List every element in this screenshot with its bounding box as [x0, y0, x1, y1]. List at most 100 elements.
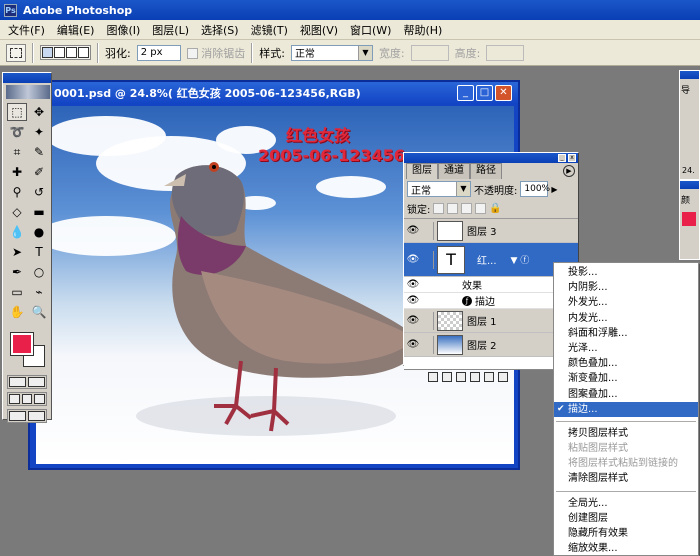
menu-item-clear-style[interactable]: 清除图层样式 [554, 471, 698, 486]
blur-tool-icon[interactable]: 💧 [7, 223, 27, 241]
navigator-tab[interactable]: 导 [680, 79, 699, 100]
history-brush-icon[interactable]: ↺ [29, 183, 49, 201]
document-titlebar[interactable]: 0001.psd @ 24.8%( 红色女孩 2005-06-123456,RG… [30, 82, 518, 104]
close-button[interactable]: ✕ [495, 85, 512, 101]
toolbox-titlebar[interactable] [3, 73, 51, 83]
quick-mask-buttons[interactable] [7, 375, 47, 389]
menu-item-gradient-overlay[interactable]: 渐变叠加... [554, 371, 698, 386]
menu-select[interactable]: 选择(S) [195, 22, 245, 38]
hand-tool-icon[interactable]: ✋ [7, 303, 27, 321]
lasso-tool-icon[interactable]: ➰ [7, 123, 27, 141]
menu-item-hide-all-effects[interactable]: 隐藏所有效果 [554, 526, 698, 541]
add-style-icon[interactable] [428, 371, 438, 382]
add-mask-icon[interactable] [442, 371, 452, 382]
new-set-icon[interactable] [456, 371, 466, 382]
intersect-selection-button[interactable] [78, 47, 89, 58]
width-input[interactable] [410, 44, 449, 61]
menu-item-global-light[interactable]: 全局光... [554, 496, 698, 511]
text-tool-icon[interactable]: T [29, 243, 49, 261]
menu-item-copy-style[interactable]: 拷贝图层样式 [554, 426, 698, 441]
brush-tool-icon[interactable]: ✐ [29, 163, 49, 181]
layer-row[interactable]: 👁 图层 3 [404, 219, 578, 243]
eye-icon[interactable]: 👁 [404, 225, 422, 236]
path-selection-icon[interactable]: ➤ [7, 243, 27, 261]
tab-layers[interactable]: 图层 [406, 163, 438, 179]
menu-item-bevel-emboss[interactable]: 斜面和浮雕... [554, 326, 698, 341]
menu-item-create-layer[interactable]: 创建图层 [554, 511, 698, 526]
color-tab[interactable]: 颜 [680, 189, 699, 210]
style-select[interactable]: 正常 ▼ [290, 44, 373, 61]
new-layer-icon[interactable] [484, 371, 494, 382]
palette-titlebar[interactable] [680, 71, 699, 79]
layer-row-selected[interactable]: 👁 T 红... ▼ ⓕ [404, 243, 578, 277]
shape-tool-icon[interactable]: ○ [29, 263, 49, 281]
stroke-effect-row[interactable]: 👁 ƒ 描边 [404, 293, 578, 309]
menu-window[interactable]: 窗口(W) [344, 22, 397, 38]
eye-icon[interactable]: 👁 [404, 339, 422, 350]
slice-tool-icon[interactable]: ✎ [29, 143, 49, 161]
menu-help[interactable]: 帮助(H) [397, 22, 448, 38]
color-swatch[interactable] [682, 212, 696, 226]
pen-tool-icon[interactable]: ✒ [7, 263, 27, 281]
menu-item-satin[interactable]: 光泽... [554, 341, 698, 356]
crop-tool-icon[interactable]: ⌗ [7, 143, 27, 161]
feather-input[interactable]: 2 px [136, 44, 181, 61]
magic-wand-tool-icon[interactable]: ✦ [29, 123, 49, 141]
menu-item-color-overlay[interactable]: 颜色叠加... [554, 356, 698, 371]
antialias-checkbox[interactable] [186, 48, 198, 59]
dodge-tool-icon[interactable]: ● [29, 223, 49, 241]
palette-minimize-button[interactable]: _ [558, 154, 566, 162]
palette-menu-icon[interactable]: ▶ [563, 165, 575, 177]
eye-icon[interactable]: 👁 [404, 295, 422, 306]
layer-row[interactable]: 👁 图层 1 [404, 309, 578, 333]
menu-item-scale-effects[interactable]: 缩放效果... [554, 541, 698, 556]
add-selection-button[interactable] [54, 47, 65, 58]
lock-transparency-checkbox[interactable] [433, 203, 445, 214]
height-input[interactable] [486, 44, 525, 61]
zoom-readout[interactable]: 24. [682, 166, 695, 175]
marquee-tool-icon[interactable]: ⬚ [7, 103, 27, 121]
menu-item-pattern-overlay[interactable]: 图案叠加... [554, 387, 698, 402]
link-slot[interactable] [422, 221, 434, 240]
palette-close-button[interactable]: x [568, 154, 576, 162]
antialias-option[interactable]: 消除锯齿 [186, 45, 245, 61]
maximize-button[interactable]: □ [476, 85, 493, 101]
move-tool-icon[interactable]: ✥ [29, 103, 49, 121]
menu-edit[interactable]: 编辑(E) [51, 22, 101, 38]
menu-image[interactable]: 图像(I) [100, 22, 146, 38]
blend-mode-select[interactable]: 正常 ▼ [407, 181, 471, 197]
eye-icon[interactable]: 👁 [404, 254, 422, 265]
tab-paths[interactable]: 路径 [470, 163, 502, 179]
menu-item-inner-glow[interactable]: 内发光... [554, 311, 698, 326]
tab-channels[interactable]: 通道 [438, 163, 470, 179]
jump-to-imageready-button[interactable] [7, 409, 47, 423]
notes-tool-icon[interactable]: ▭ [7, 283, 27, 301]
healing-brush-icon[interactable]: ✚ [7, 163, 27, 181]
brush-icon[interactable] [422, 250, 434, 269]
subtract-selection-button[interactable] [66, 47, 77, 58]
lock-all-checkbox[interactable] [475, 203, 487, 214]
eyedropper-tool-icon[interactable]: ⌁ [29, 283, 49, 301]
trash-icon[interactable] [498, 371, 508, 382]
clone-stamp-icon[interactable]: ⚲ [7, 183, 27, 201]
eye-icon[interactable]: 👁 [404, 279, 422, 290]
gradient-tool-icon[interactable]: ▬ [29, 203, 49, 221]
eye-icon[interactable]: 👁 [404, 315, 422, 326]
opacity-input[interactable]: 100% [520, 181, 550, 197]
adjustment-layer-icon[interactable] [470, 371, 480, 382]
eraser-tool-icon[interactable]: ◇ [7, 203, 27, 221]
layer-row[interactable]: 👁 图层 2 [404, 333, 578, 357]
opacity-slider-arrow-icon[interactable]: ▶ [551, 185, 557, 194]
palette-titlebar[interactable] [680, 181, 699, 189]
menu-item-outer-glow[interactable]: 外发光... [554, 295, 698, 310]
link-slot[interactable] [422, 311, 434, 330]
menu-view[interactable]: 视图(V) [294, 22, 344, 38]
palette-titlebar[interactable]: _ x [404, 153, 578, 163]
effects-expand-icon[interactable]: ▼ ⓕ [511, 253, 530, 266]
link-slot[interactable] [422, 335, 434, 354]
screen-mode-buttons[interactable] [7, 392, 47, 406]
foreground-color-swatch[interactable] [10, 332, 34, 356]
minimize-button[interactable]: _ [457, 85, 474, 101]
new-selection-button[interactable] [42, 47, 53, 58]
zoom-tool-icon[interactable]: 🔍 [29, 303, 49, 321]
